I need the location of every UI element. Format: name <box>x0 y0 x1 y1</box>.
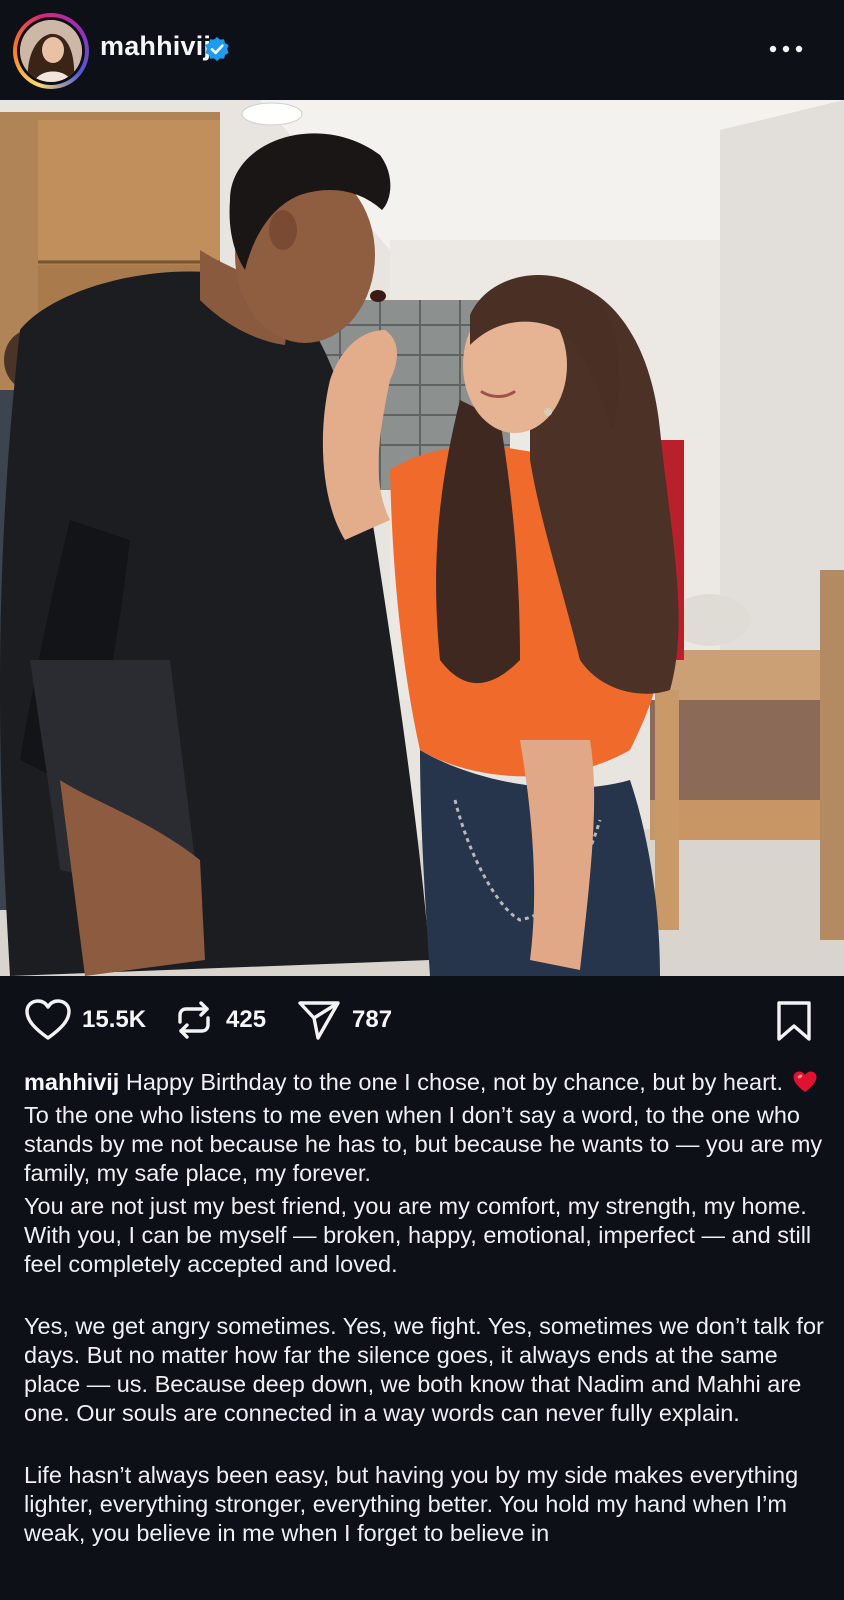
share-count: 787 <box>352 1006 393 1033</box>
caption-paragraph: You are not just my best friend, you are… <box>24 1193 812 1277</box>
caption-paragraph: To the one who listens to me even when I… <box>24 1102 823 1186</box>
post-username[interactable]: mahhivij <box>100 31 211 62</box>
bookmark-icon[interactable] <box>774 1000 814 1042</box>
caption-first-paragraph: mahhivij Happy Birthday to the one I cho… <box>24 1068 824 1097</box>
caption-paragraph: Life hasn’t always been easy, but having… <box>24 1462 799 1546</box>
more-options-button[interactable] <box>764 34 808 64</box>
repost-button[interactable]: 425 <box>172 998 266 1042</box>
like-count: 15.5K <box>82 1006 147 1033</box>
red-heart-emoji-icon <box>793 1071 817 1092</box>
avatar[interactable] <box>20 20 82 82</box>
post-photo[interactable] <box>0 100 844 976</box>
caption-first-line: Happy Birthday to the one I chose, not b… <box>125 1069 783 1095</box>
caption-paragraph: Yes, we get angry sometimes. Yes, we fig… <box>24 1313 824 1426</box>
like-button[interactable]: 15.5K <box>24 998 146 1042</box>
repost-icon <box>178 1001 210 1039</box>
share-button[interactable]: 787 <box>296 998 392 1042</box>
caption-username[interactable]: mahhivij <box>24 1069 119 1095</box>
verified-badge-icon <box>205 37 229 61</box>
repost-count: 425 <box>226 1006 267 1033</box>
post-actions: 15.5K 425 787 <box>0 976 844 1062</box>
post-caption: mahhivij Happy Birthday to the one I cho… <box>24 1068 824 1552</box>
send-icon <box>298 1001 340 1040</box>
post-image <box>0 100 844 976</box>
post-header: mahhivij <box>0 0 844 100</box>
heart-icon <box>25 999 71 1040</box>
story-ring[interactable] <box>13 13 89 89</box>
